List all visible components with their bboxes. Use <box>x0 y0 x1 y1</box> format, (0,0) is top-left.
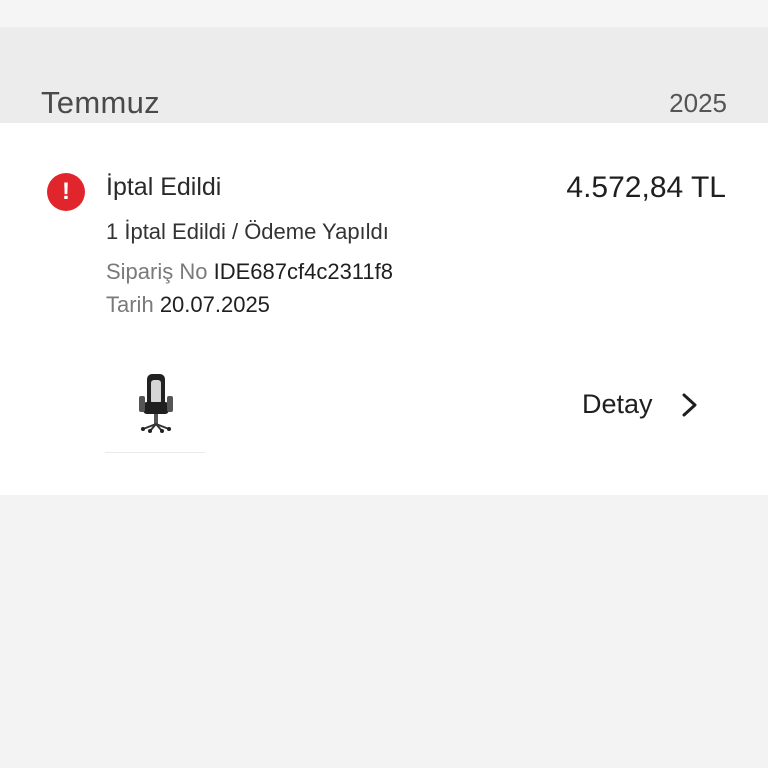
order-date-label: Tarih <box>106 292 154 317</box>
alert-icon: ! <box>47 173 85 211</box>
order-status-summary: 1 İptal Edildi / Ödeme Yapıldı <box>106 219 389 244</box>
order-total-price: 4.572,84 TL <box>566 171 726 204</box>
product-thumbnail[interactable] <box>105 352 205 453</box>
detail-label: Detay <box>582 389 653 419</box>
gaming-chair-icon <box>139 374 173 433</box>
year-title: 2025 <box>669 88 727 118</box>
order-number-row: Sipariş No IDE687cf4c2311f8 <box>106 259 393 285</box>
order-number-label: Sipariş No <box>106 259 208 284</box>
month-group-header: Temmuz 2025 <box>0 27 768 123</box>
order-date-row: Tarih 20.07.2025 <box>106 292 270 318</box>
order-status-title: İptal Edildi <box>106 173 222 201</box>
order-number-value: IDE687cf4c2311f8 <box>213 259 393 284</box>
chevron-right-icon <box>682 393 697 416</box>
top-spacer <box>0 0 768 27</box>
order-date-value: 20.07.2025 <box>159 292 270 317</box>
detail-button[interactable]: Detay <box>582 389 699 420</box>
month-title: Temmuz <box>41 85 160 120</box>
